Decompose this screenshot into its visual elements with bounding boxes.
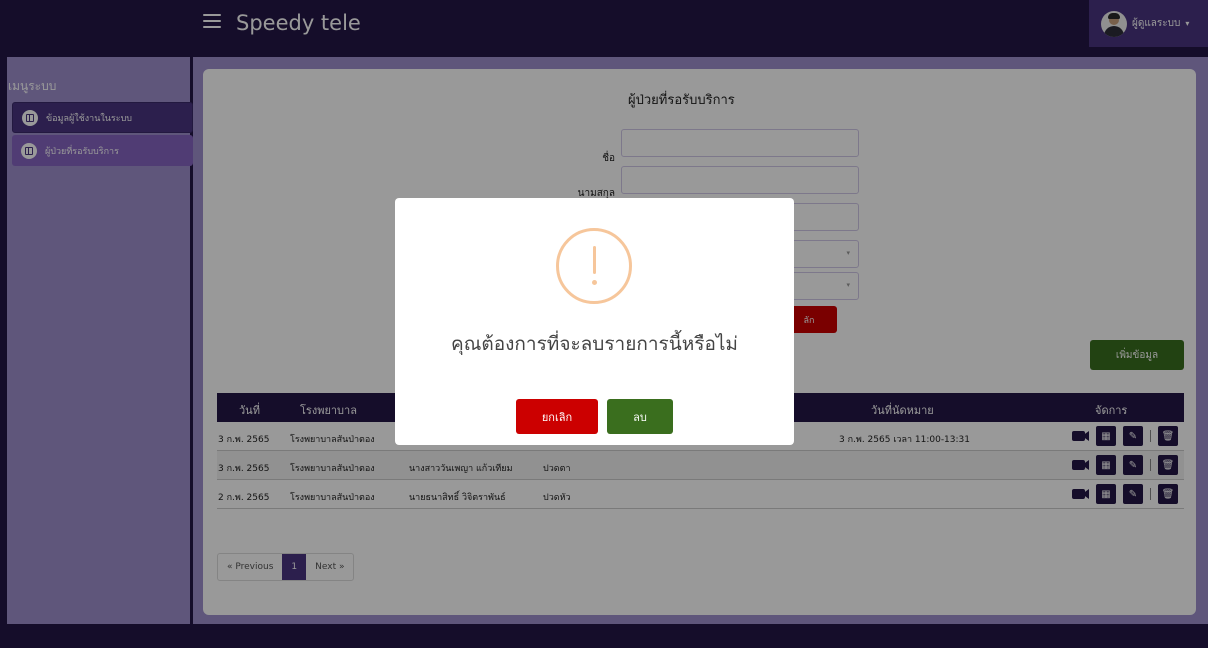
confirm-delete-dialog: คุณต้องการที่จะลบรายการนี้หรือไม่ ยกเลิก… [395,198,794,445]
warning-circle-icon [556,228,632,304]
delete-button[interactable]: ลบ [607,399,673,434]
dialog-message: คุณต้องการที่จะลบรายการนี้หรือไม่ [451,333,738,355]
cancel-button[interactable]: ยกเลิก [516,399,598,434]
